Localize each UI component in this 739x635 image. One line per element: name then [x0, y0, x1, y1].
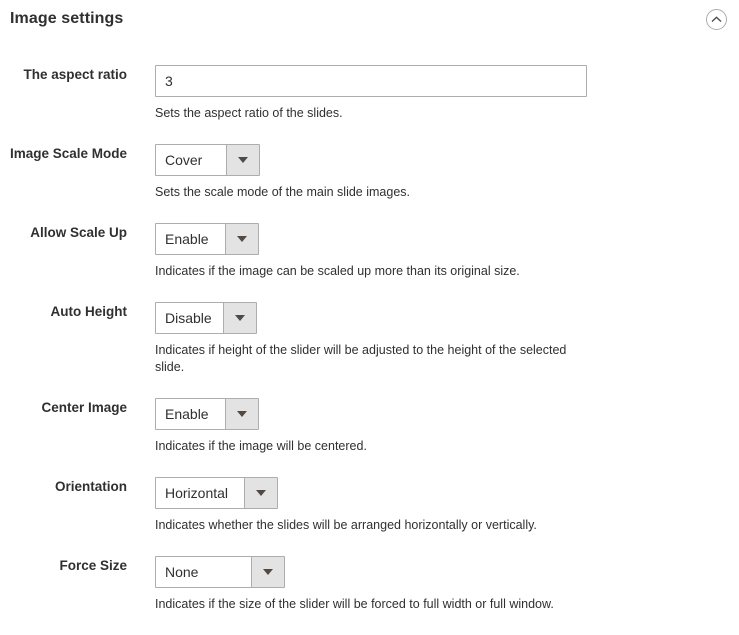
- control-orientation: Horizontal Indicates whether the slides …: [127, 477, 739, 534]
- image-scale-mode-value: Cover: [156, 145, 226, 175]
- field-row-force-size: Force Size None Indicates if the size of…: [0, 556, 739, 613]
- center-image-value: Enable: [156, 399, 225, 429]
- allow-scale-up-select[interactable]: Enable: [155, 223, 259, 255]
- collapse-section-button[interactable]: [706, 9, 727, 30]
- chevron-down-icon[interactable]: [225, 224, 258, 254]
- note-auto-height: Indicates if height of the slider will b…: [155, 343, 567, 374]
- page-title: Image settings: [10, 10, 124, 27]
- control-force-size: None Indicates if the size of the slider…: [127, 556, 739, 613]
- section-header: Image settings: [0, 0, 739, 44]
- center-image-select[interactable]: Enable: [155, 398, 259, 430]
- field-row-allow-scale-up: Allow Scale Up Enable Indicates if the i…: [0, 223, 739, 280]
- label-center-image: Center Image: [41, 400, 127, 415]
- chevron-down-icon[interactable]: [226, 145, 259, 175]
- orientation-select[interactable]: Horizontal: [155, 477, 278, 509]
- control-auto-height: Disable Indicates if height of the slide…: [127, 302, 739, 376]
- orientation-value: Horizontal: [156, 478, 244, 508]
- field-row-aspect-ratio: The aspect ratio Sets the aspect ratio o…: [0, 65, 739, 122]
- label-allow-scale-up: Allow Scale Up: [30, 225, 127, 240]
- chevron-down-icon[interactable]: [223, 303, 256, 333]
- label-aspect-ratio: The aspect ratio: [23, 67, 127, 82]
- label-orientation: Orientation: [54, 479, 127, 494]
- auto-height-select[interactable]: Disable: [155, 302, 257, 334]
- field-row-image-scale-mode: Image Scale Mode Cover Sets the scale mo…: [0, 144, 739, 201]
- allow-scale-up-value: Enable: [156, 224, 225, 254]
- note-allow-scale-up: Indicates if the image can be scaled up …: [155, 264, 520, 278]
- force-size-value: None: [156, 557, 251, 587]
- field-row-orientation: Orientation Horizontal Indicates whether…: [0, 477, 739, 534]
- label-force-size: Force Size: [59, 558, 127, 573]
- note-image-scale-mode: Sets the scale mode of the main slide im…: [155, 185, 410, 199]
- control-center-image: Enable Indicates if the image will be ce…: [127, 398, 739, 455]
- image-scale-mode-select[interactable]: Cover: [155, 144, 260, 176]
- chevron-down-icon[interactable]: [251, 557, 284, 587]
- note-force-size: Indicates if the size of the slider will…: [155, 597, 554, 611]
- force-size-select[interactable]: None: [155, 556, 285, 588]
- aspect-ratio-input[interactable]: [155, 65, 587, 97]
- chevron-up-circle-icon: [711, 16, 722, 23]
- chevron-down-icon[interactable]: [225, 399, 258, 429]
- chevron-down-icon[interactable]: [244, 478, 277, 508]
- control-allow-scale-up: Enable Indicates if the image can be sca…: [127, 223, 739, 280]
- note-center-image: Indicates if the image will be centered.: [155, 439, 367, 453]
- auto-height-value: Disable: [156, 303, 223, 333]
- control-aspect-ratio: Sets the aspect ratio of the slides.: [127, 65, 739, 122]
- label-auto-height: Auto Height: [50, 304, 128, 319]
- note-aspect-ratio: Sets the aspect ratio of the slides.: [155, 106, 343, 120]
- note-orientation: Indicates whether the slides will be arr…: [155, 518, 537, 532]
- field-row-center-image: Center Image Enable Indicates if the ima…: [0, 398, 739, 455]
- control-image-scale-mode: Cover Sets the scale mode of the main sl…: [127, 144, 739, 201]
- field-row-auto-height: Auto Height Disable Indicates if height …: [0, 302, 739, 376]
- label-image-scale-mode: Image Scale Mode: [9, 146, 127, 161]
- image-settings-form: The aspect ratio Sets the aspect ratio o…: [0, 44, 739, 613]
